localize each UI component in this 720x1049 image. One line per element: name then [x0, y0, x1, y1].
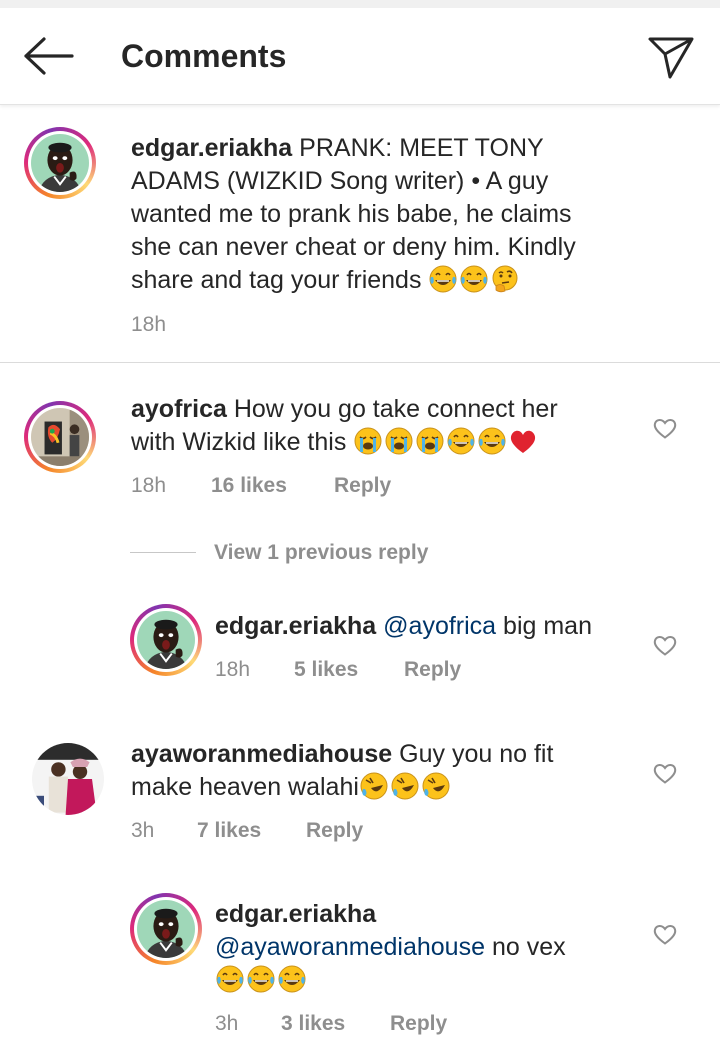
arrow-left-icon [24, 37, 74, 75]
sob-emoji-icon [415, 426, 445, 456]
rofl-emoji-icon [390, 771, 420, 801]
likes-count[interactable]: 16 likes [211, 474, 287, 498]
like-heart-icon[interactable] [652, 761, 678, 785]
caption-avatar[interactable] [24, 127, 96, 199]
share-button[interactable] [646, 32, 696, 82]
reply-username[interactable]: edgar.eriakha [215, 612, 376, 640]
comment-text: ayofrica How you go take connect her wit… [131, 395, 558, 456]
reply-avatar[interactable] [130, 893, 202, 965]
profile-photo [137, 900, 195, 958]
reply-button[interactable]: Reply [404, 658, 461, 682]
comment-username[interactable]: ayaworanmediahouse [131, 740, 392, 768]
divider [0, 362, 720, 363]
reply-time: 3h [215, 1012, 239, 1035]
profile-photo [31, 134, 89, 192]
reply-avatar[interactable] [130, 604, 202, 676]
joy-emoji-icon [477, 426, 507, 456]
likes-count[interactable]: 3 likes [281, 1012, 345, 1036]
sob-emoji-icon [384, 426, 414, 456]
reply-button[interactable]: Reply [390, 1012, 447, 1036]
caption-text: edgar.eriakha PRANK: MEET TONY ADAMS (WI… [131, 134, 576, 294]
likes-count[interactable]: 5 likes [294, 658, 358, 682]
caption-username[interactable]: edgar.eriakha [131, 134, 292, 162]
like-heart-icon[interactable] [652, 416, 678, 440]
reply-text: edgar.eriakha @ayaworanmediahouse no vex [215, 898, 635, 997]
mention-link[interactable]: @ayofrica [383, 612, 496, 640]
joy-emoji-icon [215, 964, 245, 994]
caption-time: 18h [131, 313, 167, 336]
reply-time: 18h [215, 658, 251, 681]
sob-emoji-icon [353, 426, 383, 456]
comment-avatar[interactable] [32, 743, 104, 815]
profile-photo [137, 611, 195, 669]
like-heart-icon[interactable] [652, 633, 678, 657]
reply-username[interactable]: edgar.eriakha [215, 900, 376, 928]
reply-text: edgar.eriakha @ayofrica big man [215, 612, 592, 640]
paper-plane-icon [648, 37, 694, 79]
profile-photo [31, 408, 89, 466]
joy-emoji-icon [277, 964, 307, 994]
thinking-emoji-icon [490, 264, 520, 294]
comment-avatar[interactable] [24, 401, 96, 473]
like-heart-icon[interactable] [652, 922, 678, 946]
replies-line [130, 552, 196, 553]
rofl-emoji-icon [359, 771, 389, 801]
page-title: Comments [121, 38, 287, 74]
reply-button[interactable]: Reply [334, 474, 391, 498]
top-bar: Comments [0, 8, 720, 105]
joy-emoji-icon [446, 426, 476, 456]
rofl-emoji-icon [421, 771, 451, 801]
comment-username[interactable]: ayofrica [131, 395, 227, 423]
joy-emoji-icon [459, 264, 489, 294]
status-bar [0, 0, 720, 8]
heart-emoji-icon [508, 426, 538, 456]
view-previous-replies-button[interactable]: View 1 previous reply [214, 541, 428, 565]
mention-link[interactable]: @ayaworanmediahouse [215, 933, 485, 961]
joy-emoji-icon [246, 964, 276, 994]
likes-count[interactable]: 7 likes [197, 819, 261, 843]
comment-time: 3h [131, 819, 155, 842]
back-button[interactable] [20, 34, 76, 78]
comment-time: 18h [131, 474, 167, 497]
joy-emoji-icon [428, 264, 458, 294]
profile-photo [32, 743, 104, 815]
reply-button[interactable]: Reply [306, 819, 363, 843]
comment-text: ayaworanmediahouse Guy you no fit make h… [131, 740, 554, 801]
